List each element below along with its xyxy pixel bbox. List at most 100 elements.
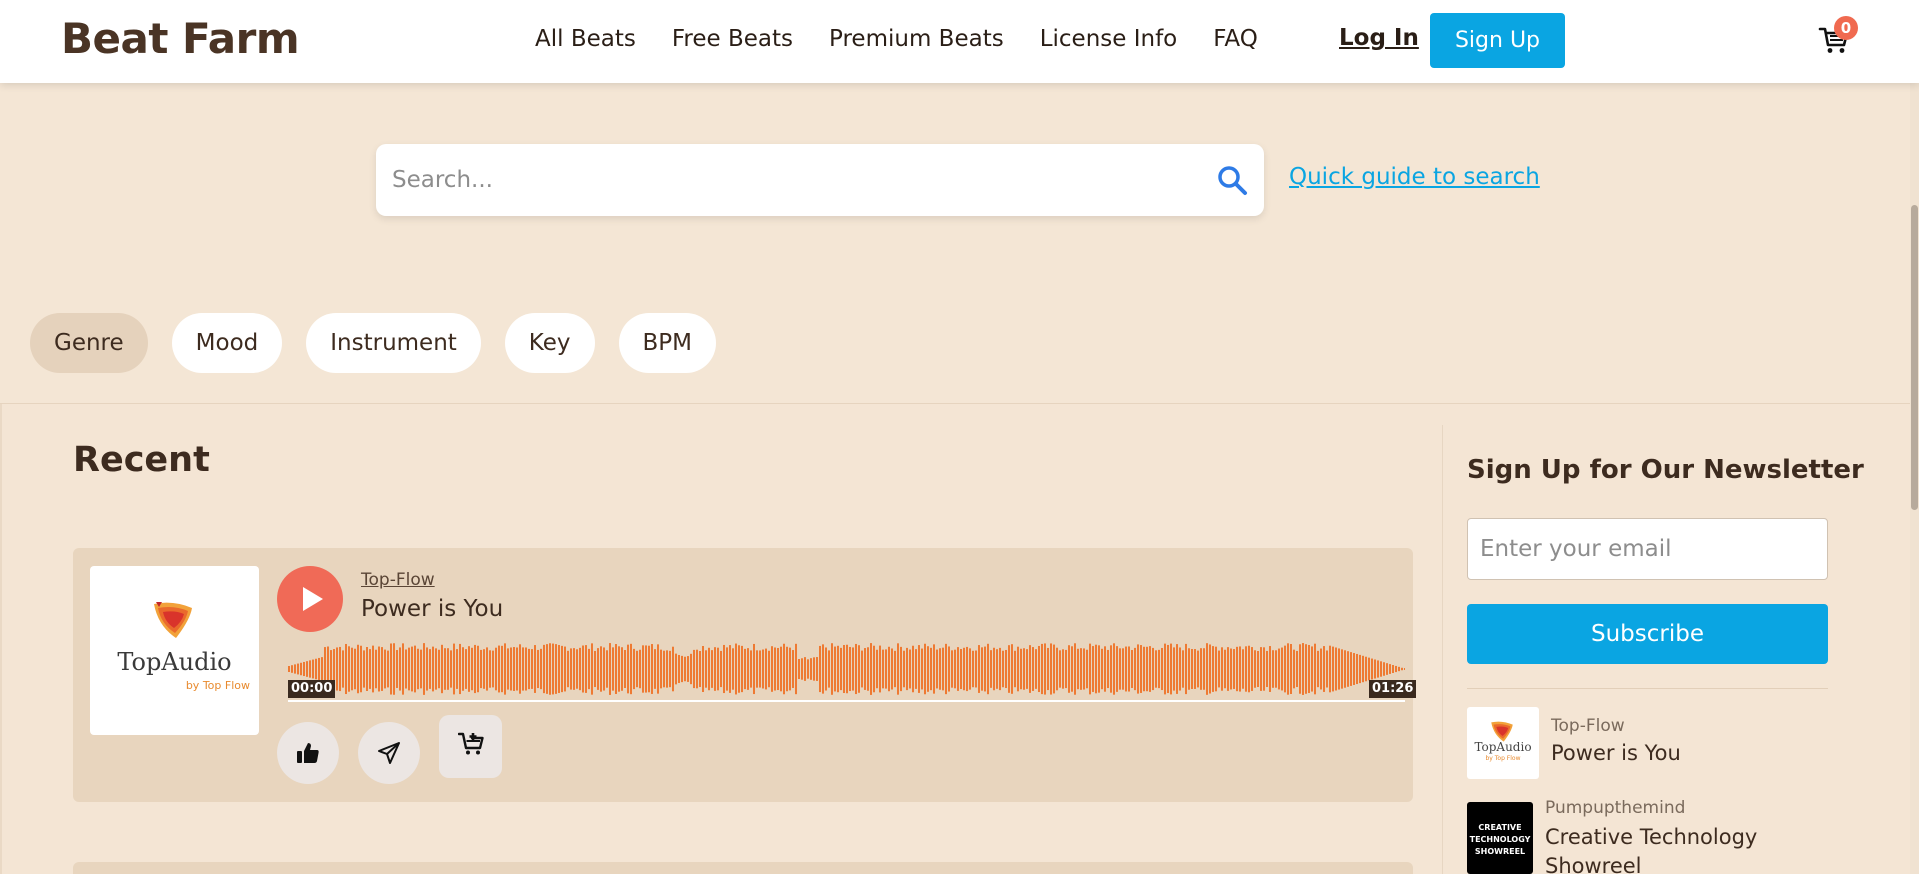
waveform-bar — [1389, 664, 1391, 674]
waveform-bar — [1242, 649, 1244, 689]
waveform-bar — [1266, 650, 1268, 688]
waveform-bar — [861, 650, 863, 688]
waveform-bar — [498, 645, 500, 693]
waveform-bar — [417, 648, 419, 690]
waveform-bar — [1164, 643, 1166, 695]
waveform-bar — [876, 649, 878, 689]
subscribe-button[interactable]: Subscribe — [1467, 604, 1828, 664]
waveform-bar — [825, 647, 827, 691]
waveform-bar — [474, 644, 476, 694]
waveform-bar — [801, 658, 803, 680]
filter-instrument[interactable]: Instrument — [306, 313, 481, 373]
waveform-bar — [1113, 643, 1115, 695]
waveform-bar — [906, 647, 908, 691]
nav-all-beats[interactable]: All Beats — [535, 26, 636, 52]
sidebar-track-artist[interactable]: Top-Flow — [1551, 716, 1625, 736]
waveform-bar — [561, 645, 563, 693]
waveform-bar — [1305, 644, 1307, 694]
waveform-bar — [774, 647, 776, 691]
signup-button[interactable]: Sign Up — [1430, 13, 1565, 68]
scrollbar-thumb[interactable] — [1911, 205, 1918, 510]
waveform-bar — [1161, 647, 1163, 691]
waveform-bar — [888, 646, 890, 692]
waveform-bar — [753, 643, 755, 695]
waveform-bar — [348, 646, 350, 692]
waveform-bar — [819, 645, 821, 693]
waveform-bar — [1029, 645, 1031, 693]
waveform-bar — [351, 647, 353, 691]
newsletter-title: Sign Up for Our Newsletter — [1467, 455, 1864, 485]
waveform-bar — [699, 650, 701, 688]
waveform-bar — [1116, 646, 1118, 692]
filter-mood[interactable]: Mood — [171, 313, 283, 373]
waveform-bar — [1014, 650, 1016, 688]
waveform-bar — [651, 644, 653, 694]
waveform-bar — [1050, 643, 1052, 695]
waveform-bar — [1146, 646, 1148, 692]
sidebar-track-title[interactable]: Creative Technology Showreel — [1545, 823, 1805, 874]
login-link[interactable]: Log In — [1339, 25, 1419, 51]
search-icon[interactable] — [1216, 164, 1248, 196]
waveform-bar — [1233, 649, 1235, 689]
filter-bpm[interactable]: BPM — [618, 313, 716, 373]
waveform-bar — [1398, 666, 1400, 672]
nav-free-beats[interactable]: Free Beats — [672, 26, 793, 52]
waveform-bar — [429, 649, 431, 689]
play-button[interactable] — [277, 566, 343, 632]
waveform-bar — [684, 656, 686, 682]
waveform-bar — [660, 649, 662, 689]
waveform-bar — [396, 650, 398, 688]
waveform-bar — [996, 649, 998, 689]
waveform-bar — [294, 664, 296, 674]
site-logo[interactable]: Beat Farm — [61, 14, 300, 63]
waveform-bar — [798, 659, 800, 679]
sidebar-track-artist[interactable]: Pumpupthemind — [1545, 798, 1685, 818]
waveform-bar — [1368, 657, 1370, 681]
sidebar-track-title[interactable]: Power is You — [1551, 741, 1681, 765]
sidebar-track-thumb[interactable]: CREATIVE TECHNOLOGY SHOWREEL — [1467, 802, 1533, 874]
waveform-bar — [531, 649, 533, 689]
waveform-bar — [438, 649, 440, 689]
nav-license-info[interactable]: License Info — [1040, 26, 1178, 52]
sidebar-divider — [1442, 425, 1443, 874]
waveform-bar — [564, 646, 566, 692]
search-input[interactable] — [392, 158, 1172, 202]
waveform-bar — [669, 650, 671, 688]
waveform-bar — [747, 648, 749, 690]
waveform-bar — [1152, 647, 1154, 691]
waveform-bar — [387, 650, 389, 688]
like-button[interactable] — [277, 722, 339, 784]
quick-guide-link[interactable]: Quick guide to search — [1289, 164, 1540, 190]
nav-premium-beats[interactable]: Premium Beats — [829, 26, 1004, 52]
waveform-bar — [1011, 644, 1013, 694]
waveform-bar — [927, 646, 929, 692]
waveform-bar — [885, 649, 887, 689]
email-field[interactable] — [1467, 518, 1828, 580]
waveform-bar — [705, 650, 707, 688]
waveform-bar — [984, 646, 986, 692]
add-to-cart-button[interactable] — [439, 715, 502, 778]
track-artist-link[interactable]: Top-Flow — [361, 570, 435, 590]
waveform-bar — [837, 645, 839, 693]
waveform-bar — [1356, 653, 1358, 685]
filter-genre[interactable]: Genre — [30, 313, 148, 373]
waveform-bar — [363, 650, 365, 688]
waveform-bar — [1119, 648, 1121, 690]
filter-key[interactable]: Key — [504, 313, 595, 373]
waveform-bar — [855, 643, 857, 695]
nav-faq[interactable]: FAQ — [1213, 26, 1258, 52]
waveform-bar — [1224, 649, 1226, 689]
waveform[interactable] — [288, 638, 1405, 704]
waveform-bar — [1104, 646, 1106, 692]
waveform-bar — [711, 650, 713, 688]
waveform-bar — [1095, 644, 1097, 694]
waveform-bar — [366, 647, 368, 691]
waveform-bar — [507, 648, 509, 690]
share-button[interactable] — [358, 722, 420, 784]
waveform-bar — [726, 647, 728, 691]
waveform-bar — [1401, 667, 1403, 671]
waveform-bar — [759, 650, 761, 688]
waveform-bar — [1053, 644, 1055, 694]
waveform-bar — [1236, 646, 1238, 692]
waveform-bar — [735, 643, 737, 695]
